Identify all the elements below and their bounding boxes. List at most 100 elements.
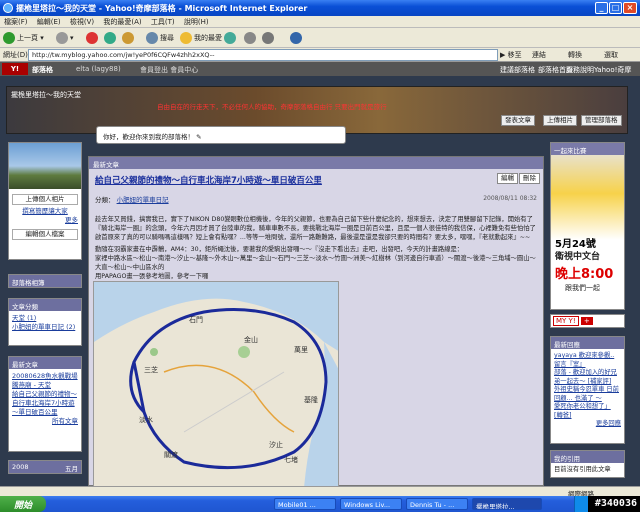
menu-bar: 檔案(F) 編輯(E) 檢視(V) 我的最愛(A) 工具(T) 說明(H) — [0, 16, 640, 28]
task-button[interactable]: Windows Liv... — [340, 498, 402, 510]
links-button[interactable]: 連結 — [532, 50, 546, 60]
favorites-button[interactable]: 我的最愛 — [180, 31, 222, 45]
recent-comments-panel: 最新回應 yayaya 歡迎來參觀.. 留言『室』 部落 - 歡迎加入的好兄弟一… — [550, 336, 625, 444]
category-heading: 文章分類 — [9, 299, 81, 311]
task-button[interactable]: Dennis Tu - ... — [406, 498, 468, 510]
recent-posts-panel: 最新文章 20080628魚水觀戰場 騰燕廟 - 天堂 給自己父親節的禮物～自行… — [8, 356, 82, 452]
menu-file[interactable]: 檔案(F) — [4, 18, 28, 26]
trackback-text: 目前沒有引用此文章 — [554, 466, 611, 473]
menu-favorites[interactable]: 我的最愛(A) — [103, 18, 141, 26]
ad-date: 5月24號 — [555, 239, 596, 250]
category-item[interactable]: 小肥妞的單車日記 (2) — [12, 323, 78, 332]
post-article-button[interactable]: 發表文章 — [501, 115, 535, 126]
post-category-link[interactable]: 小肥妞的單車日記 — [117, 196, 169, 204]
menu-tools[interactable]: 工具(T) — [151, 18, 175, 26]
album-panel[interactable]: 部落格相簿 — [8, 274, 82, 288]
bio-more-link[interactable]: 更多 — [12, 216, 78, 225]
stop-button[interactable] — [86, 31, 100, 45]
convert-button[interactable]: 轉換 — [568, 50, 582, 60]
ad-banner[interactable]: 5月24號 衛視中文台 晚上8:00 跟我們一起 — [551, 155, 624, 309]
calendar-month[interactable]: 五月 — [65, 463, 78, 473]
post-body: 趁去年又買錢，搞實我已，實下了NIKON D80變眼數位相機後，今年的父親節，也… — [95, 215, 539, 281]
blog-title[interactable]: 擺桅里塔拉～我的天堂 — [11, 90, 81, 100]
forward-arrow-icon — [56, 32, 68, 44]
post-title[interactable]: 給自己父親節的禮物～自行車北海岸7小時遊～單日破百公里 — [95, 174, 322, 186]
back-button[interactable]: 上一頁 ▾ — [3, 31, 44, 45]
link-recommended[interactable]: 建議部落格 — [500, 65, 535, 75]
comment-item[interactable]: 外祖史稱今忍單車 日前回顧... 也滿了 ～ — [554, 386, 621, 403]
home-button[interactable] — [122, 31, 136, 45]
edit-profile-button[interactable]: 編輯個人檔案 — [12, 229, 78, 240]
link-yahoo[interactable]: Yahoo!奇摩 — [594, 65, 631, 75]
task-button[interactable]: Mobile01 ... — [274, 498, 336, 510]
print-button[interactable] — [262, 31, 276, 45]
manage-blog-button[interactable]: 管理部落格 — [581, 115, 622, 126]
post-edit-button[interactable]: 編輯 — [497, 173, 518, 184]
post-delete-button[interactable]: 刪除 — [519, 173, 540, 184]
trackback-heading: 我的引用 — [551, 451, 624, 463]
mail-icon — [244, 32, 256, 44]
window-title-bar[interactable]: 擺桅里塔拉～我的天堂 - Yahoo!奇摩部落格 - Microsoft Int… — [0, 0, 640, 16]
stop-icon — [86, 32, 98, 44]
upload-profile-photo-button[interactable]: 上傳個人相片 — [12, 194, 78, 205]
map-label: 關渡 — [164, 450, 178, 459]
map-label: 七堵 — [284, 455, 298, 464]
recent-posts-heading: 最新文章 — [9, 357, 81, 369]
calendar-year[interactable]: 2008 — [12, 463, 29, 471]
task-button-active[interactable]: 擺桅里塔拉... — [472, 498, 542, 510]
select-button[interactable]: 選取 — [604, 50, 618, 60]
recent-post-item[interactable]: 20080628魚水觀戰場 — [12, 372, 78, 381]
post-paragraph: 趁去年又買錢，搞實我已，實下了NIKON D80變眼數位相機後，今年的父親節，也… — [95, 216, 536, 241]
yahoo-logo[interactable]: Y! — [2, 63, 28, 75]
blog-label[interactable]: 部落格 — [32, 65, 53, 75]
close-button[interactable]: × — [623, 2, 637, 14]
map-label: 萬里 — [294, 345, 308, 354]
go-button[interactable]: ▶ 移至 — [500, 50, 522, 60]
map-label: 淡水 — [139, 415, 153, 424]
forward-button[interactable]: ▾ — [56, 31, 74, 45]
recent-post-item[interactable]: 騰燕廟 - 天堂 — [12, 381, 78, 390]
category-panel: 文章分類 天堂 (1) 小肥妞的單車日記 (2) — [8, 298, 82, 346]
map-label: 汐止 — [269, 440, 283, 449]
route-map-image: 金山 萬里 基隆 汐止 七堵 淡水 石門 三芝 關渡 — [93, 281, 339, 487]
search-icon — [146, 32, 158, 44]
post-paragraph: 家裡中路水區～松山～南港～汐止～基隆～外木山～萬里～金山～石門～三芝～淡水～竹圍… — [95, 255, 536, 271]
ad-subtitle: 跟我們一起 — [565, 284, 600, 292]
start-button[interactable]: 開始 — [0, 496, 46, 512]
profile-panel: 上傳個人相片 撰寫簡歷讓大家 更多 編輯個人檔案 — [8, 142, 82, 260]
recent-post-item[interactable]: 給自己父親節的禮物～自行車北海岸7小時遊～單日破百公里 — [12, 390, 78, 417]
comment-item[interactable]: 愛死你老公和想了」 [轉爸] — [554, 403, 621, 420]
maximize-button[interactable]: □ — [609, 2, 622, 14]
map-label: 三芝 — [144, 365, 158, 374]
menu-help[interactable]: 說明(H) — [184, 18, 209, 26]
refresh-button[interactable] — [104, 31, 118, 45]
my-yahoo-badge[interactable]: MY Y! + — [550, 314, 625, 328]
category-item[interactable]: 天堂 (1) — [12, 314, 78, 323]
search-button[interactable]: 搜尋 — [146, 31, 174, 45]
link-help[interactable]: 服務說明 — [566, 65, 594, 75]
upload-photo-button[interactable]: 上傳相片 — [543, 115, 577, 126]
menu-view[interactable]: 檢視(V) — [70, 18, 94, 26]
history-button[interactable] — [224, 31, 238, 45]
mail-button[interactable] — [244, 31, 258, 45]
map-label: 基隆 — [304, 395, 318, 404]
menu-edit[interactable]: 編輯(E) — [37, 18, 61, 26]
member-links[interactable]: 會員登出 會員中心 — [140, 65, 198, 75]
post-date: 2008/08/11 08:32 — [483, 195, 537, 202]
comment-item[interactable]: yayaya 歡迎來參觀.. 留言『室』 — [554, 352, 621, 369]
address-bar: 網址(D) http://tw.myblog.yahoo.com/jw!yeP0… — [0, 48, 640, 62]
yahoo-blog-bar: Y! 部落格 elta (lagy88) 會員登出 會員中心 建議部落格 部落格… — [0, 62, 640, 76]
taskbar: 開始 Mobile01 ... Windows Liv... Dennis Tu… — [0, 496, 640, 512]
comment-item[interactable]: 部落 - 歡迎加入的好兄弟一起去～ [補家評] — [554, 369, 621, 386]
write-bio-link[interactable]: 撰寫簡歷讓大家 — [12, 207, 78, 216]
more-comments-link[interactable]: 更多回應 — [554, 420, 621, 429]
history-icon — [224, 32, 236, 44]
all-posts-link[interactable]: 所有文章 — [12, 417, 78, 426]
home-icon — [122, 32, 134, 44]
calendar-panel: 2008 五月 — [8, 460, 82, 474]
edit-button[interactable] — [290, 31, 304, 45]
address-input[interactable]: http://tw.myblog.yahoo.com/jw!yeP0f6CQFw… — [28, 49, 498, 61]
post-paragraph: 動隨在羽霸家畫在中霹鶺，AM4：30，鉅所蠅沈後，要著我的愛駒出發囉～～『沒走下… — [95, 246, 464, 253]
minimize-button[interactable]: _ — [595, 2, 608, 14]
album-heading: 部落格相簿 — [9, 275, 81, 287]
